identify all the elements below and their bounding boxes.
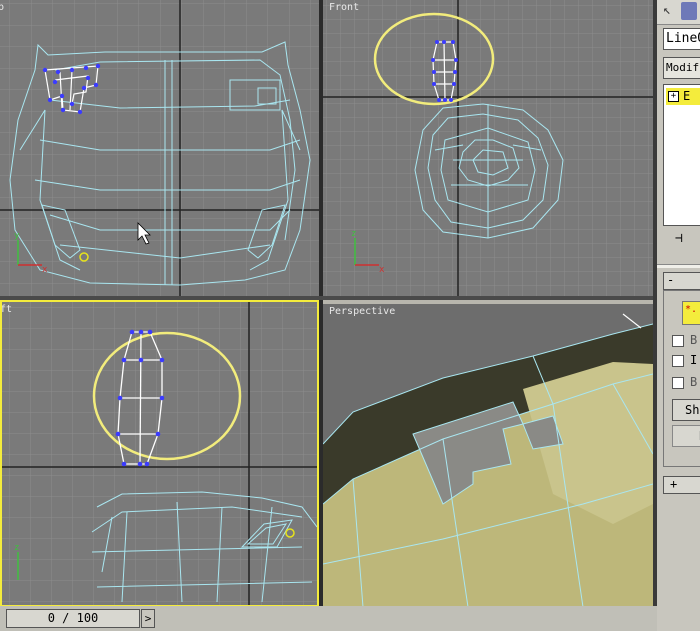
viewport-top[interactable]: y x op: [0, 0, 319, 296]
front-viewport-canvas: z x: [323, 0, 653, 296]
left-viewport-canvas: z: [2, 302, 317, 605]
modify-tab-icon[interactable]: [681, 2, 697, 20]
selection-rollout: *. B I B Sh R: [663, 290, 700, 467]
checkbox-1[interactable]: [672, 335, 684, 347]
modifier-stack[interactable]: + E: [663, 84, 700, 226]
svg-text:y: y: [14, 231, 20, 241]
svg-text:z: z: [351, 229, 356, 239]
pin-stack-icon[interactable]: ⊣: [675, 231, 683, 246]
show-button[interactable]: Sh: [672, 399, 700, 421]
checkbox-2-label: I: [690, 353, 698, 367]
modifier-list-dropdown[interactable]: Modifi: [663, 57, 700, 79]
panel-toolbar: ↖: [657, 0, 700, 25]
stack-toolbar: ⊣: [657, 226, 700, 256]
top-viewport-canvas: y x: [0, 0, 319, 296]
checkbox-3[interactable]: [672, 377, 684, 389]
perspective-viewport-canvas: [323, 304, 653, 607]
viewport-divider-vertical[interactable]: [319, 0, 323, 607]
time-slider[interactable]: 0 / 100: [6, 609, 140, 628]
stack-item-editable-spline[interactable]: + E: [666, 88, 700, 105]
viewport-divider-horizontal[interactable]: [0, 296, 657, 300]
viewport-label-top[interactable]: op: [0, 2, 4, 13]
expand-plus-icon[interactable]: +: [668, 91, 679, 102]
viewport-label-front[interactable]: Front: [329, 2, 359, 13]
object-name-field[interactable]: LineO: [663, 28, 700, 50]
checkbox-1-label: B: [690, 333, 698, 347]
collapsed-rollout-header[interactable]: +: [663, 476, 700, 494]
create-tab-icon[interactable]: ↖: [663, 3, 671, 18]
svg-text:x: x: [379, 265, 385, 275]
next-frame-button[interactable]: >: [141, 609, 155, 628]
reset-button[interactable]: R: [672, 425, 700, 447]
selection-rollout-header[interactable]: -: [663, 272, 700, 290]
svg-text:x: x: [42, 265, 48, 275]
viewport-label-left[interactable]: eft: [2, 304, 12, 315]
checkbox-3-label: B: [690, 375, 698, 389]
viewport-front[interactable]: z x Front: [323, 0, 653, 296]
viewport-label-perspective[interactable]: Perspective: [329, 306, 395, 317]
panel-divider: [657, 264, 700, 268]
viewport-left[interactable]: z eft: [0, 300, 319, 607]
viewport-perspective[interactable]: Perspective: [323, 304, 653, 607]
svg-text:z: z: [14, 543, 19, 553]
sub-object-level-button[interactable]: *.: [682, 301, 700, 325]
checkbox-2[interactable]: [672, 355, 684, 367]
timeline-bar: 0 / 100 >: [0, 606, 657, 631]
command-panel: ↖ LineO Modifi + E ⊣ - *. B I B Sh R: [657, 0, 700, 631]
